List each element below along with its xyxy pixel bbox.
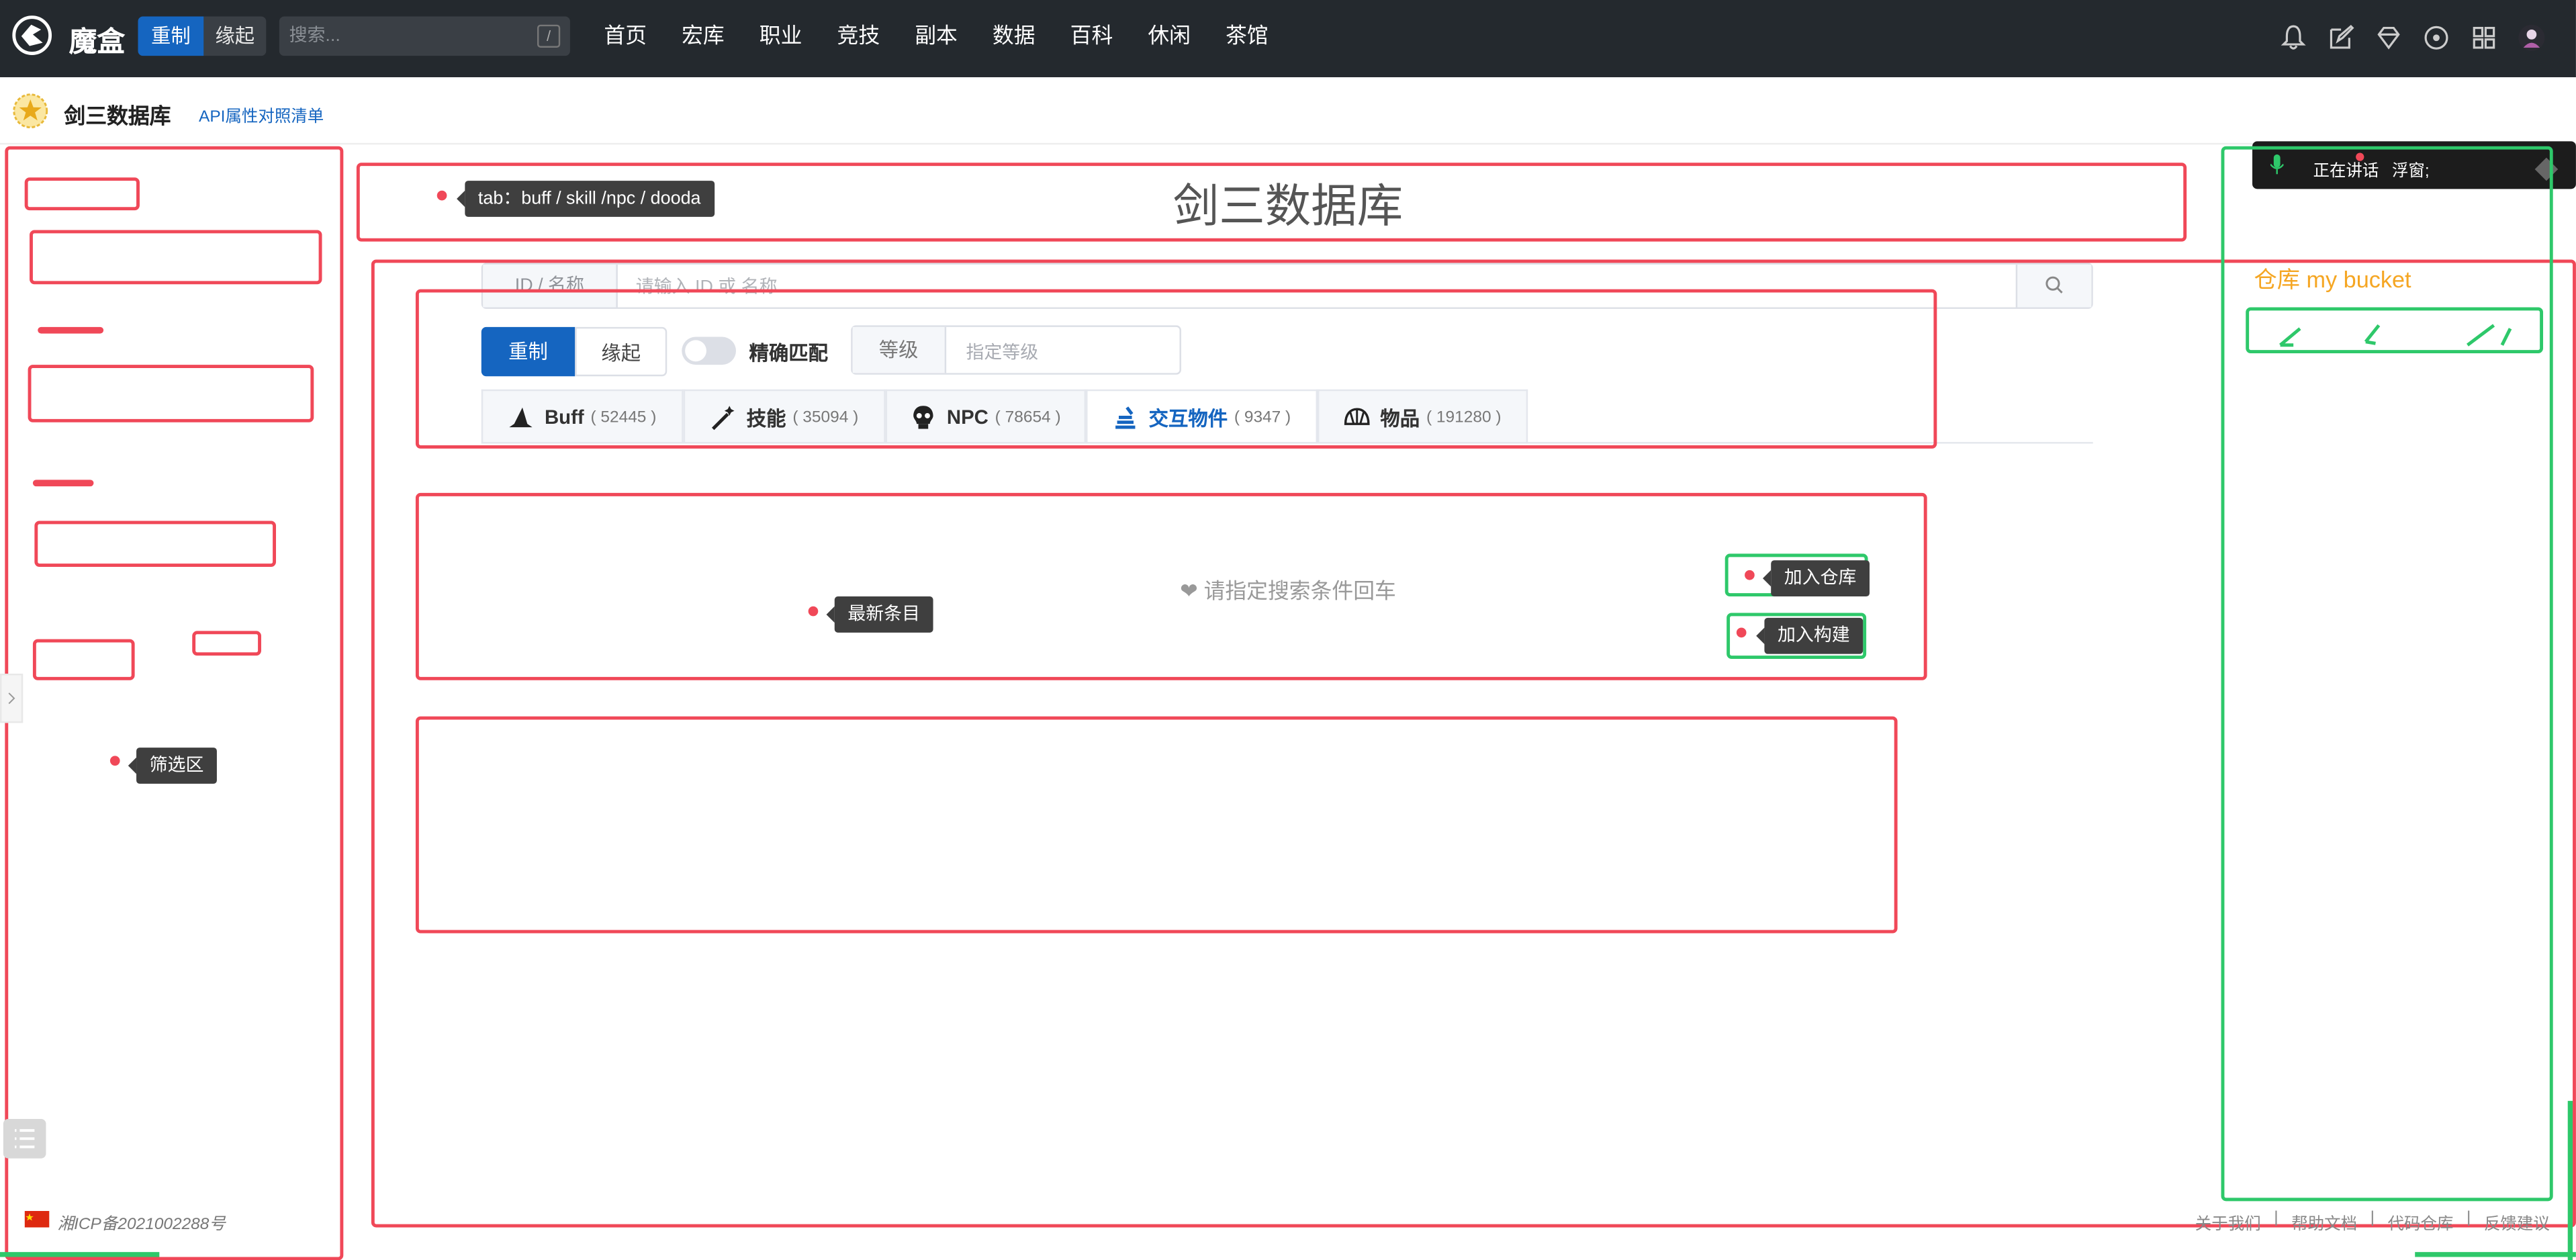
nav-wiki[interactable]: 百科 bbox=[1053, 0, 1131, 73]
search-shortcut-key: / bbox=[537, 24, 561, 48]
green-edge-mark bbox=[2415, 1252, 2576, 1257]
footer-help[interactable]: 帮助文档 bbox=[2291, 1210, 2357, 1234]
nav-leisure[interactable]: 休闲 bbox=[1130, 0, 1208, 73]
add-to-bucket-tooltip[interactable]: 加入仓库 bbox=[1762, 560, 1870, 597]
bucket-item-outline bbox=[2246, 307, 2544, 353]
edit-icon[interactable] bbox=[2326, 23, 2356, 52]
list-menu-button[interactable] bbox=[3, 1118, 46, 1159]
icp-record[interactable]: 湘ICP备2021002288号 bbox=[58, 1210, 226, 1234]
nav-macros[interactable]: 宏库 bbox=[664, 0, 742, 73]
annotation-dot bbox=[1745, 570, 1755, 580]
nav-classes[interactable]: 职业 bbox=[742, 0, 820, 73]
mode-origin-button[interactable]: 缘起 bbox=[203, 16, 267, 56]
nav-teahouse[interactable]: 茶馆 bbox=[1208, 0, 1286, 73]
latest-entries-outline bbox=[415, 492, 1927, 680]
main-nav: 首页 宏库 职业 竞技 副本 数据 百科 休闲 茶馆 bbox=[586, 0, 1285, 73]
filter-placeholder-line bbox=[32, 480, 94, 487]
nav-dungeons[interactable]: 副本 bbox=[897, 0, 975, 73]
global-search: / bbox=[279, 16, 570, 56]
filter-placeholder-box bbox=[34, 521, 276, 568]
green-edge-mark bbox=[0, 1252, 160, 1257]
brand-name[interactable]: 魔盒 bbox=[69, 18, 125, 59]
annotation-dot bbox=[109, 756, 120, 766]
filter-area-tooltip: 筛选区 bbox=[128, 748, 217, 784]
global-search-input[interactable] bbox=[279, 16, 526, 56]
topbar-actions bbox=[2279, 23, 2546, 52]
filter-panel-outline bbox=[5, 146, 344, 1260]
diamond-icon[interactable] bbox=[2374, 23, 2403, 52]
filter-placeholder-box bbox=[28, 365, 314, 422]
annotation-dot bbox=[808, 606, 819, 617]
footer-about[interactable]: 关于我们 bbox=[2195, 1210, 2261, 1234]
china-flag-icon bbox=[24, 1210, 50, 1228]
footer-separator: | bbox=[2370, 1209, 2375, 1228]
bucket-panel-outline bbox=[2221, 146, 2553, 1202]
add-to-build-tooltip[interactable]: 加入构建 bbox=[1756, 617, 1864, 654]
mode-remake-button[interactable]: 重制 bbox=[138, 16, 204, 56]
footer-separator: | bbox=[2467, 1209, 2471, 1228]
filter-placeholder-box bbox=[32, 639, 135, 680]
sidebar-expand-handle[interactable] bbox=[0, 674, 24, 723]
star-badge-icon bbox=[13, 93, 48, 129]
grid-icon[interactable] bbox=[2469, 23, 2499, 52]
magic-box-logo-icon[interactable] bbox=[11, 15, 52, 56]
list-icon bbox=[15, 1129, 35, 1149]
tab-note-tooltip: tab：buff / skill /npc / dooda bbox=[457, 181, 715, 217]
nav-arena[interactable]: 竞技 bbox=[819, 0, 897, 73]
page-title: 剑三数据库 bbox=[64, 103, 171, 128]
nav-data[interactable]: 数据 bbox=[975, 0, 1053, 73]
filter-placeholder-box bbox=[30, 230, 322, 285]
filter-placeholder-line bbox=[38, 326, 104, 334]
sub-header bbox=[0, 79, 2576, 145]
footer-repo[interactable]: 代码仓库 bbox=[2388, 1210, 2454, 1234]
footer-feedback[interactable]: 反馈建议 bbox=[2484, 1210, 2550, 1234]
filter-placeholder-box bbox=[24, 177, 140, 211]
api-reference-link[interactable]: API属性对照清单 bbox=[199, 102, 324, 126]
newest-entries-tooltip: 最新条目 bbox=[826, 596, 933, 633]
green-edge-mark bbox=[2567, 1101, 2573, 1260]
user-avatar[interactable] bbox=[2517, 23, 2546, 52]
annotation-dot bbox=[436, 190, 447, 201]
filter-placeholder-box bbox=[192, 631, 261, 656]
bell-icon[interactable] bbox=[2279, 23, 2308, 52]
annotation-dot bbox=[1736, 627, 1747, 638]
chevron-right-icon bbox=[8, 692, 15, 705]
results-area-outline bbox=[415, 716, 1898, 934]
circle-dot-icon[interactable] bbox=[2422, 23, 2451, 52]
footer-separator: | bbox=[2274, 1209, 2279, 1228]
nav-home[interactable]: 首页 bbox=[586, 0, 664, 73]
footer-links: 关于我们 | 帮助文档 | 代码仓库 | 反馈建议 bbox=[2195, 1210, 2550, 1234]
search-area-outline bbox=[415, 289, 1937, 449]
